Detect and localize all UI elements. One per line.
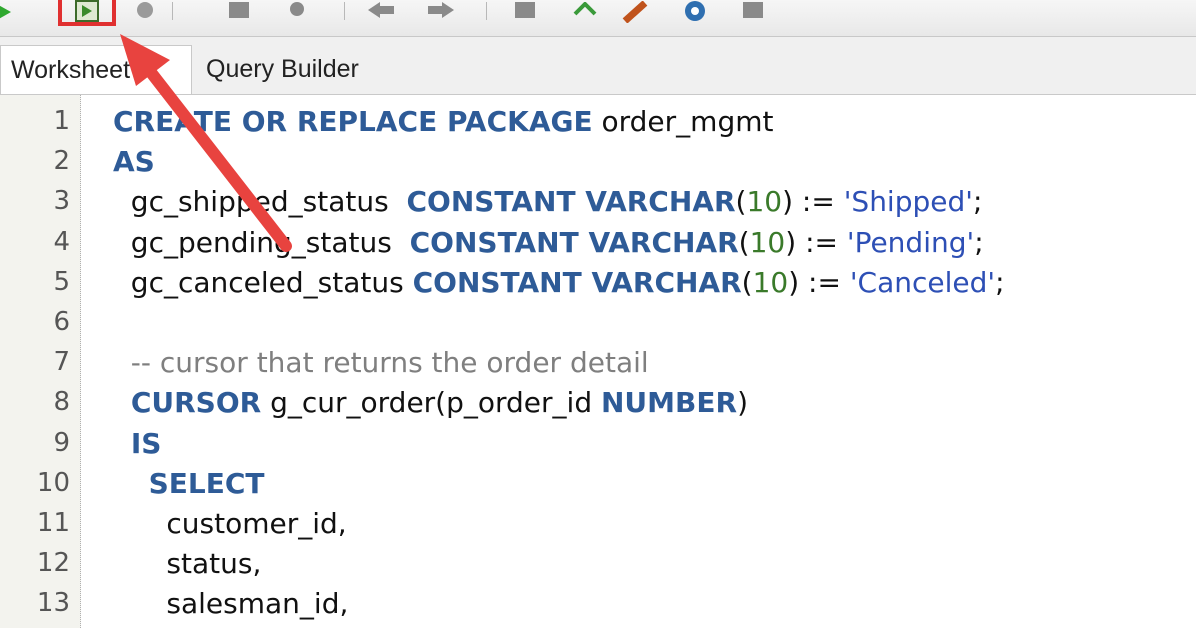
code-token: order_mgmt (592, 105, 774, 138)
undo-icon (368, 2, 394, 18)
explain-plan-button[interactable] (676, 0, 714, 24)
find-icon (290, 2, 304, 16)
string-token: 'Pending' (846, 225, 975, 259)
number-token: 10 (746, 185, 783, 219)
keyword-token: SELECT (148, 466, 265, 500)
tab-query-builder[interactable]: Query Builder (196, 45, 416, 94)
code-line: gc_shipped_status CONSTANT VARCHAR(10) :… (113, 182, 983, 222)
tab-bar: Worksheet Query Builder (0, 37, 1196, 95)
code-token: ) := (782, 185, 844, 219)
line-number: 7 (53, 347, 70, 378)
clear-button[interactable] (616, 0, 654, 24)
code-token: g_cur_order(p_order_id (261, 386, 601, 420)
convert-case-button[interactable] (566, 0, 604, 24)
code-line: salesman_id, (113, 584, 348, 624)
line-number: 11 (36, 508, 70, 538)
code-token: ( (735, 185, 747, 219)
code-token: ; (972, 185, 983, 219)
line-number: 3 (53, 186, 70, 217)
keyword-token: NUMBER (601, 386, 738, 420)
string-token: 'Shipped' (843, 185, 973, 219)
code-line: SELECT (113, 464, 265, 504)
code-line: status, (113, 544, 261, 584)
line-number: 6 (53, 307, 70, 337)
rollback-button[interactable] (220, 0, 258, 24)
keyword-token: CURSOR (130, 386, 262, 420)
autotrace-button[interactable] (734, 0, 772, 24)
code-line: AS (113, 142, 155, 182)
code-token: ) (737, 386, 748, 420)
code-token: gc_canceled_status (113, 265, 413, 299)
keyword-token: CONSTANT VARCHAR (409, 225, 739, 259)
code-line: gc_pending_status CONSTANT VARCHAR(10) :… (113, 223, 984, 263)
comment-token: -- cursor that returns the order detail (113, 346, 649, 380)
explain-plan-icon (685, 1, 705, 21)
autotrace-icon (743, 2, 763, 18)
keyword-token: IS (130, 426, 162, 460)
line-number: 1 (53, 106, 70, 136)
toolbar (0, 0, 1196, 37)
keyword-token: CONSTANT VARCHAR (406, 185, 736, 219)
run-statement-button[interactable] (0, 0, 22, 24)
tab-query-builder-label: Query Builder (206, 55, 359, 83)
redo-button[interactable] (422, 0, 460, 24)
code-token: ( (738, 225, 750, 259)
find-button[interactable] (280, 0, 318, 24)
code-token: ; (974, 225, 984, 259)
code-token: gc_pending_status (113, 225, 410, 259)
code-token: ) := (788, 265, 850, 299)
code-line: CURSOR g_cur_order(p_order_id NUMBER) (113, 383, 748, 423)
line-number: 4 (53, 226, 70, 257)
line-number: 10 (36, 467, 70, 498)
run-script-icon (75, 0, 99, 22)
code-line: gc_canceled_status CONSTANT VARCHAR(10) … (113, 263, 1005, 303)
sql-tuning-button[interactable] (506, 0, 544, 24)
code-line: CREATE OR REPLACE PACKAGE order_mgmt (113, 102, 773, 142)
code-token: gc_shipped_status (113, 185, 407, 219)
code-token: ; (995, 265, 1005, 299)
undo-button[interactable] (362, 0, 400, 24)
code-editor[interactable]: 1 2 3 4 5 6 7 8 9 10 11 12 13 CREATE OR REPLACE PACK… (0, 95, 1196, 628)
line-number: 9 (53, 427, 70, 458)
keyword-token: CONSTANT VARCHAR (412, 265, 742, 299)
commit-icon (137, 2, 153, 18)
string-token: 'Canceled' (849, 265, 996, 299)
rollback-icon (229, 2, 249, 18)
code-line: -- cursor that returns the order detail (113, 343, 649, 383)
code-token: salesman_id, (113, 587, 349, 621)
line-number-gutter: 1 2 3 4 5 6 7 8 9 10 11 12 13 (0, 95, 81, 628)
keyword-token: CREATE OR REPLACE PACKAGE (113, 105, 593, 138)
run-script-button[interactable] (58, 0, 116, 26)
number-token: 10 (752, 265, 789, 299)
code-line: customer_id, (113, 504, 347, 544)
line-number: 5 (53, 266, 70, 297)
number-token: 10 (749, 225, 786, 259)
redo-icon (428, 2, 454, 18)
run-statement-icon (0, 5, 11, 19)
code-token: ) := (785, 225, 847, 259)
line-number: 12 (36, 548, 70, 579)
line-number: 2 (53, 146, 70, 177)
keyword-token: AS (113, 145, 155, 179)
code-token: status, (113, 547, 262, 581)
code-token: ( (741, 265, 753, 299)
commit-button[interactable] (126, 0, 164, 24)
convert-case-icon (573, 2, 597, 16)
line-number: 8 (53, 387, 70, 418)
line-number: 13 (36, 588, 70, 619)
sql-tuning-icon (515, 2, 535, 18)
code-token: customer_id, (113, 507, 347, 540)
tab-worksheet-label: Worksheet (11, 55, 131, 84)
clear-icon (622, 1, 648, 23)
tab-worksheet[interactable]: Worksheet (0, 45, 192, 94)
code-line: IS (113, 424, 162, 464)
